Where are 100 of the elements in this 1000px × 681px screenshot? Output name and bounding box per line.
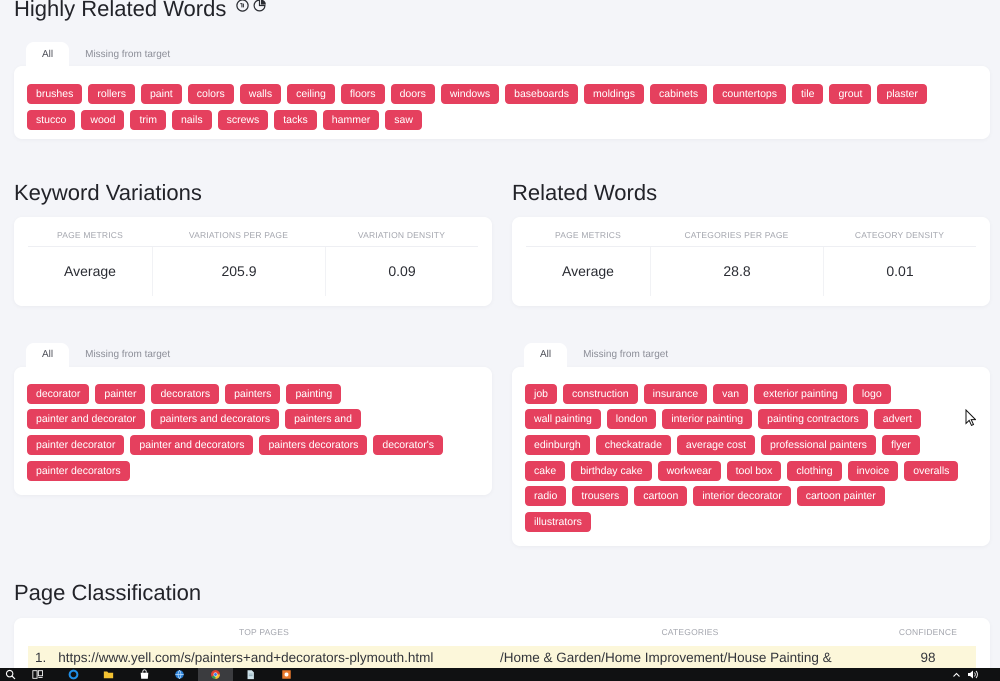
- keyword-tag: countertops: [713, 84, 786, 104]
- taskbar-button[interactable]: [198, 668, 233, 681]
- speaker-icon: [967, 669, 978, 680]
- table-cell: 28.8: [650, 246, 823, 296]
- keyword-tag: wall painting: [525, 409, 601, 430]
- keyword-tag: interior decorator: [693, 486, 791, 506]
- keyword-tag: logo: [852, 384, 891, 404]
- section-heading: Page Classification: [14, 581, 202, 606]
- keyword-tag: edinburgh: [525, 435, 590, 456]
- keyword-tag: decorators: [151, 384, 220, 404]
- keyword-tag: exterior painting: [754, 384, 847, 404]
- keyword-tag: paint: [140, 84, 182, 104]
- keyword-tag: painter and decorators: [130, 435, 254, 456]
- keyword-tag: advert: [874, 409, 921, 430]
- keyword-tag: van: [713, 384, 748, 404]
- search-icon: [4, 669, 16, 680]
- keyword-tag: colors: [188, 84, 234, 104]
- keyword-tag: painters and decorators: [150, 409, 280, 430]
- keyword-tag: grout: [829, 84, 872, 104]
- keyword-tag: painting: [286, 384, 342, 404]
- column-header: VARIATION DENSITY: [325, 216, 478, 247]
- keyword-tag: insurance: [644, 384, 708, 404]
- keyword-tag: interior painting: [662, 409, 752, 430]
- circle-badge-icon: [236, 0, 250, 12]
- keyword-tag: painter decorators: [27, 460, 130, 481]
- keyword-tag: decorator: [27, 384, 90, 404]
- keyword-tag: doors: [390, 84, 435, 104]
- column-header: PAGE METRICS: [526, 216, 650, 247]
- column-header: CATEGORIES: [660, 627, 720, 640]
- keyword-tag: london: [606, 409, 656, 430]
- keyword-tag: construction: [563, 384, 638, 404]
- keyword-tag: professional painters: [761, 435, 876, 456]
- keyword-tag: cabinets: [650, 84, 708, 104]
- keyword-tag: windows: [440, 84, 500, 104]
- tab[interactable]: All: [26, 342, 70, 367]
- app-tile-icon: [280, 669, 292, 680]
- keyword-tag: rollers: [88, 84, 135, 104]
- keyword-tag: painters decorators: [259, 435, 368, 456]
- keyword-tag: ceiling: [287, 84, 335, 104]
- column-header: VARIATIONS PER PAGE: [152, 216, 325, 247]
- task-view-icon: [32, 669, 44, 680]
- keyword-tag: radio: [525, 486, 566, 506]
- table-cell: 0.01: [823, 246, 976, 296]
- table-cell: 205.9: [152, 246, 325, 296]
- keyword-tag: illustrators: [525, 512, 591, 532]
- browser-icon: [210, 669, 221, 680]
- keyword-tag: checkatrade: [596, 435, 671, 456]
- keyword-tag: tacks: [274, 110, 317, 130]
- document-icon: [245, 669, 256, 680]
- keyword-tag: birthday cake: [571, 460, 652, 481]
- section-heading: Keyword Variations: [14, 180, 203, 205]
- tab[interactable]: All: [26, 42, 70, 66]
- column-header: CONFIDENCE: [898, 627, 958, 640]
- pie-chart-icon: [253, 0, 266, 12]
- section-heading: Highly Related Words: [14, 0, 226, 21]
- keyword-tag: trim: [130, 110, 166, 130]
- keyword-tag: nails: [172, 110, 212, 130]
- keyword-tag: cake: [525, 460, 566, 481]
- keyword-tag: hammer: [322, 110, 380, 130]
- keyword-tag: wood: [81, 110, 124, 130]
- ring-icon: [68, 669, 79, 680]
- keyword-tag: screws: [218, 110, 268, 130]
- column-header: PAGE METRICS: [28, 216, 152, 247]
- keyword-tag: tile: [792, 84, 824, 104]
- keyword-tag: trousers: [572, 486, 628, 506]
- keyword-tag: brushes: [27, 84, 82, 104]
- keyword-tag: moldings: [584, 84, 644, 104]
- tab[interactable]: All: [524, 342, 568, 367]
- keyword-tag: cartoon: [634, 486, 688, 506]
- keyword-tag: painters: [225, 384, 280, 404]
- table-cell-text: Average: [63, 262, 117, 281]
- mouse-pointer-icon: [965, 409, 976, 426]
- keyword-tag: invoice: [848, 460, 898, 481]
- table-cell-text: Average: [561, 262, 615, 281]
- keyword-tag: stucco: [27, 110, 76, 130]
- keyword-tag: clothing: [787, 460, 842, 481]
- globe-icon: [174, 669, 186, 680]
- keyword-tag: flyer: [882, 435, 920, 456]
- page-link[interactable]: https://www.yell.com/s/painters+and+decorators-plymouth.html: [58, 650, 434, 666]
- category-path: /Home & Garden/Home Improvement/House Painting &: [500, 650, 833, 666]
- chevron-up-icon: [952, 670, 961, 679]
- keyword-tag: painter and decorator: [27, 409, 145, 430]
- bag-icon: [138, 669, 150, 680]
- column-header: CATEGORIES PER PAGE: [650, 216, 823, 247]
- keyword-tag: job: [525, 384, 558, 404]
- keyword-tag: saw: [385, 110, 422, 130]
- keyword-tag: floors: [340, 84, 385, 104]
- confidence-score: 98: [919, 650, 937, 666]
- keyword-tag: average cost: [676, 435, 756, 456]
- keyword-tag: painter decorator: [27, 435, 124, 456]
- keyword-tag: workwear: [658, 460, 721, 481]
- keyword-tag: painters and: [285, 409, 361, 430]
- keyword-tag: painting contractors: [758, 409, 868, 430]
- keyword-tag: plaster: [877, 84, 927, 104]
- column-header: TOP PAGES: [238, 627, 290, 640]
- keyword-tag: baseboards: [505, 84, 578, 104]
- keyword-tag: overalls: [904, 460, 958, 481]
- keyword-tag: decorator's: [373, 435, 443, 456]
- keyword-tag: painter: [95, 384, 146, 404]
- table-cell: 0.09: [325, 246, 478, 296]
